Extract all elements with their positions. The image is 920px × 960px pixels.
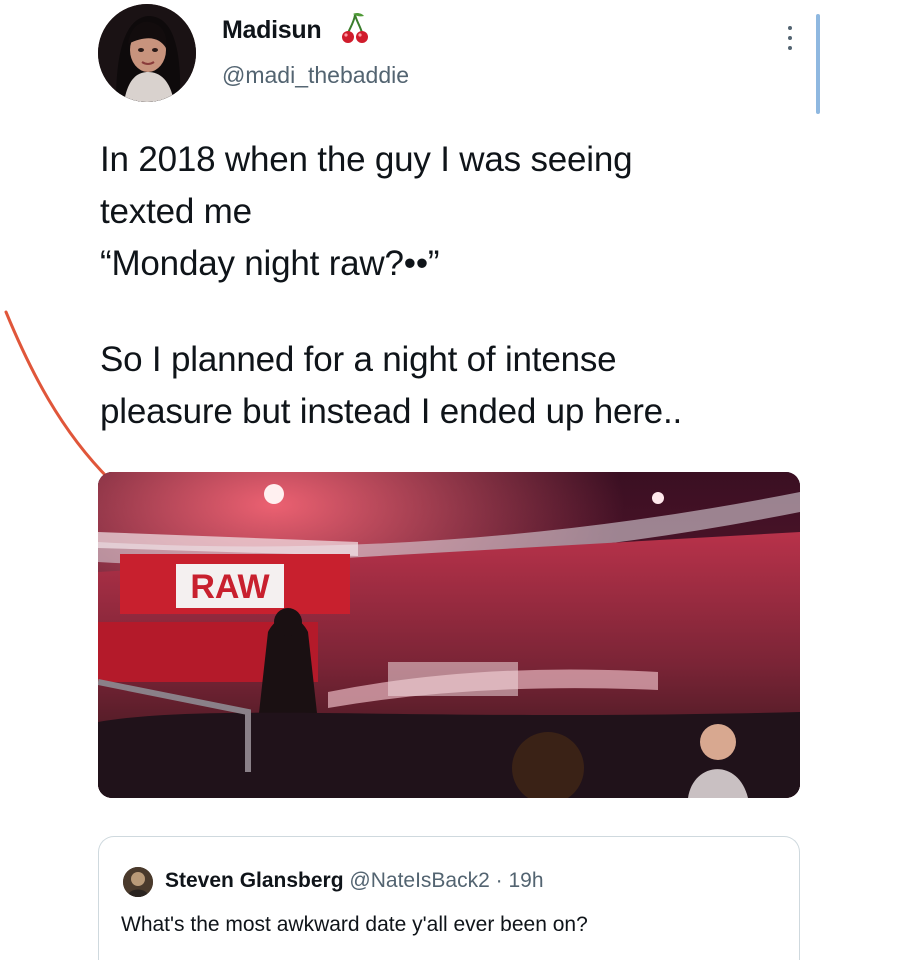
meta-separator: · xyxy=(495,869,503,892)
quoted-author-avatar-image xyxy=(123,867,153,897)
arena-photo: RAW xyxy=(98,472,800,798)
author-handle[interactable]: @madi_thebaddie xyxy=(222,62,409,89)
tweet-text: In 2018 when the guy I was seeing texted… xyxy=(100,134,820,438)
raw-sign: RAW xyxy=(190,568,270,606)
author-avatar-image xyxy=(98,4,196,102)
quoted-author-name[interactable]: Steven Glansberg xyxy=(165,869,344,892)
more-options-icon[interactable] xyxy=(786,24,794,52)
scroll-indicator[interactable] xyxy=(816,14,820,114)
tweet-text-line: In 2018 when the guy I was seeing xyxy=(100,140,633,179)
author-avatar[interactable] xyxy=(98,4,196,102)
tweet-text-line: So I planned for a night of intense xyxy=(100,340,617,379)
author-display-name[interactable]: Madisun xyxy=(222,16,322,45)
tweet-text-line: pleasure but instead I ended up here.. xyxy=(100,392,682,431)
tweet-text-line: texted me xyxy=(100,192,252,231)
quoted-tweet-time[interactable]: 19h xyxy=(508,869,543,892)
tweet-text-line: “Monday night raw?••” xyxy=(100,244,440,283)
quoted-author-handle[interactable]: @NateIsBack2 xyxy=(349,869,489,892)
quoted-tweet-text: What's the most awkward date y'all ever … xyxy=(121,913,588,936)
quoted-author-avatar[interactable] xyxy=(123,867,153,897)
tweet: Madisun @madi_thebaddie In 2018 when the… xyxy=(0,0,920,960)
quoted-tweet-card[interactable]: Steven Glansberg @NateIsBack2 · 19h What… xyxy=(98,836,800,960)
quoted-tweet-header: Steven Glansberg @NateIsBack2 · 19h xyxy=(165,869,544,893)
cherry-icon xyxy=(342,12,368,43)
tweet-photo[interactable]: RAW xyxy=(98,472,800,798)
